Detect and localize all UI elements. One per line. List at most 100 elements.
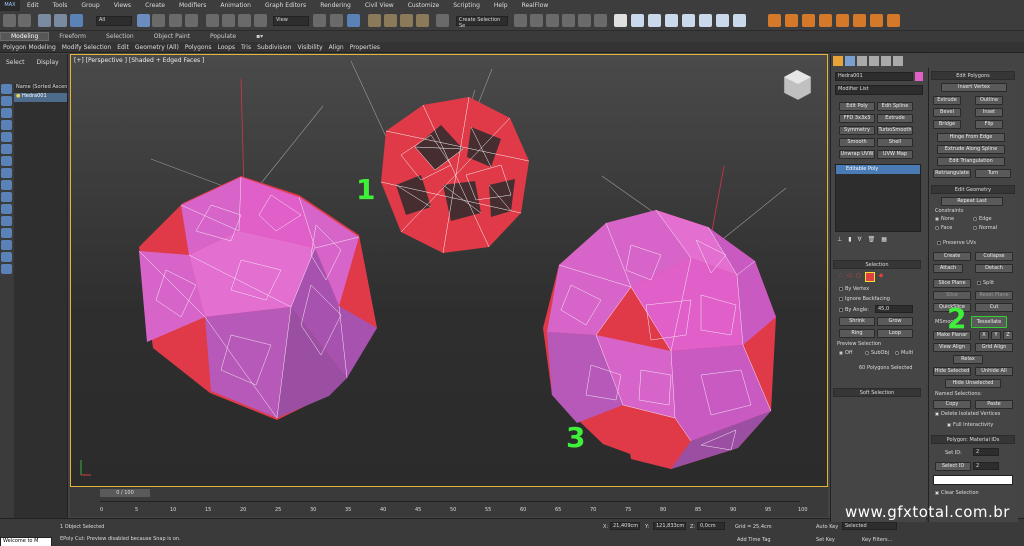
render-icon[interactable]	[665, 14, 678, 27]
align-icon[interactable]	[530, 14, 543, 27]
add-time-tag[interactable]: Add Time Tag	[737, 537, 771, 543]
maxscript-listener[interactable]: Welcome to M	[0, 537, 52, 546]
placement-icon[interactable]	[254, 14, 267, 27]
group-subdivision[interactable]: Subdivision	[254, 44, 294, 51]
ffd-button[interactable]: FFD 3x3x3	[839, 114, 875, 123]
move-icon[interactable]	[206, 14, 219, 27]
extrude-mod-button[interactable]: Extrude	[877, 114, 913, 123]
grow-button[interactable]: Grow	[877, 317, 913, 326]
realflow-icon-8[interactable]	[887, 14, 900, 27]
filter-lights-icon[interactable]	[1, 108, 12, 118]
auto-key-button[interactable]: Auto Key	[816, 524, 838, 530]
preview-multi-radio[interactable]: Multi	[895, 350, 913, 356]
bevel-button[interactable]: Bevel	[933, 108, 961, 117]
material-editor-icon[interactable]	[614, 14, 627, 27]
extrude-along-spline-button[interactable]: Extrude Along Spline	[937, 145, 1005, 154]
edit-spline-button[interactable]: Edit Spline	[877, 102, 913, 111]
shrink-button[interactable]: Shrink	[839, 317, 875, 326]
pin-stack-icon[interactable]: ⊥	[837, 236, 842, 243]
flip-button[interactable]: Flip	[975, 120, 1003, 129]
realflow-icon-7[interactable]	[870, 14, 883, 27]
realflow-icon-3[interactable]	[802, 14, 815, 27]
filter-groups-icon[interactable]	[1, 156, 12, 166]
slice-plane-button[interactable]: Slice Plane	[933, 279, 971, 288]
filter-invert-icon[interactable]	[1, 252, 12, 262]
view-cube[interactable]	[783, 69, 812, 101]
group-polygon-modeling[interactable]: Polygon Modeling	[0, 44, 59, 51]
tab-freeform[interactable]: Freeform	[49, 33, 96, 40]
reference-coord-dropdown[interactable]: View	[273, 16, 309, 26]
ribbon-toggle-icon[interactable]	[562, 14, 575, 27]
tab-select[interactable]: Select	[0, 59, 31, 66]
constraint-face-radio[interactable]: Face	[935, 225, 952, 231]
edit-poly-button[interactable]: Edit Poly	[839, 102, 875, 111]
edit-triangulation-button[interactable]: Edit Triangulation	[937, 157, 1005, 166]
edit-geometry-rollout-header[interactable]: Edit Geometry	[931, 185, 1015, 194]
remove-modifier-icon[interactable]: 🗑	[868, 236, 876, 243]
shell-button[interactable]: Shell	[877, 138, 913, 147]
group-polygons[interactable]: Polygons	[182, 44, 215, 51]
realflow-icon-5[interactable]	[836, 14, 849, 27]
planar-z-button[interactable]: Z	[1003, 331, 1013, 340]
realflow-icon-6[interactable]	[853, 14, 866, 27]
tab-object-paint[interactable]: Object Paint	[144, 33, 200, 40]
retriangulate-button[interactable]: Retriangulate	[933, 169, 971, 178]
rendered-frame-icon[interactable]	[648, 14, 661, 27]
tab-selection[interactable]: Selection	[96, 33, 144, 40]
menu-scripting[interactable]: Scripting	[446, 2, 487, 9]
perspective-viewport[interactable]: [+] [Perspective ] [Shaded + Edged Faces…	[70, 54, 828, 487]
unhide-all-button[interactable]: Unhide All	[975, 367, 1013, 376]
filter-geometry-icon[interactable]	[1, 84, 12, 94]
create-tab-icon[interactable]	[833, 56, 843, 66]
menu-group[interactable]: Group	[74, 2, 106, 9]
track-bar[interactable]: 0 5 10 15 20 25 30 35 40 45 50 55 60 65 …	[100, 501, 808, 515]
menu-tools[interactable]: Tools	[46, 2, 75, 9]
key-filters-button[interactable]: Key Filters...	[862, 537, 892, 543]
constraint-normal-radio[interactable]: Normal	[973, 225, 997, 231]
select-id-button[interactable]: Select ID	[935, 462, 971, 471]
select-by-name-icon[interactable]	[152, 14, 165, 27]
reset-plane-button[interactable]: Reset Plane	[975, 291, 1013, 300]
unlink-icon[interactable]	[54, 14, 67, 27]
angle-snap-icon[interactable]	[384, 14, 397, 27]
filter-none-icon[interactable]	[1, 240, 12, 250]
create-button[interactable]: Create	[933, 252, 971, 261]
loop-button[interactable]: Loop	[877, 329, 913, 338]
menu-edit[interactable]: Edit	[20, 2, 46, 9]
keyboard-shortcut-icon[interactable]	[347, 14, 360, 27]
menu-rendering[interactable]: Rendering	[313, 2, 358, 9]
outline-button[interactable]: Outline	[975, 96, 1003, 105]
menu-graph-editors[interactable]: Graph Editors	[258, 2, 313, 9]
filter-frozen-icon[interactable]	[1, 204, 12, 214]
display-tab-icon[interactable]	[881, 56, 891, 66]
configure-sets-icon[interactable]: ▦	[881, 236, 887, 243]
edit-named-selection-icon[interactable]	[436, 14, 449, 27]
edge-mode-icon[interactable]: ◁	[847, 272, 852, 282]
y-coord-field[interactable]: 121,833cm	[653, 522, 686, 530]
menu-views[interactable]: Views	[107, 2, 138, 9]
turn-button[interactable]: Turn	[975, 169, 1011, 178]
soft-selection-rollout-header[interactable]: Soft Selection	[833, 388, 921, 397]
link-icon[interactable]	[38, 14, 51, 27]
clear-selection-checkbox[interactable]: Clear Selection	[935, 490, 979, 496]
filter-xrefs-icon[interactable]	[1, 168, 12, 178]
filter-cameras-icon[interactable]	[1, 120, 12, 130]
object-color-swatch[interactable]	[915, 72, 923, 81]
detach-button[interactable]: Detach	[975, 264, 1013, 273]
edit-polygons-rollout-header[interactable]: Edit Polygons	[931, 71, 1015, 80]
select-object-icon[interactable]	[137, 14, 150, 27]
turbosmooth-button[interactable]: TurboSmooth	[877, 126, 913, 135]
copy-button[interactable]: Copy	[933, 400, 971, 409]
group-align[interactable]: Align	[326, 44, 347, 51]
realflow-icon-2[interactable]	[785, 14, 798, 27]
menu-customize[interactable]: Customize	[401, 2, 447, 9]
activeshade-icon[interactable]	[699, 14, 712, 27]
menu-animation[interactable]: Animation	[213, 2, 258, 9]
preview-off-radio[interactable]: Off	[839, 350, 852, 356]
ignore-backfacing-checkbox[interactable]: Ignore Backfacing	[839, 296, 890, 302]
menu-create[interactable]: Create	[138, 2, 172, 9]
ribbon-options-icon[interactable]: ▪▾	[246, 33, 273, 40]
relax-button[interactable]: Relax	[953, 355, 983, 364]
light-bulb-icon[interactable]: ●	[16, 93, 20, 99]
list-item[interactable]: ● Hedra001	[14, 93, 67, 102]
